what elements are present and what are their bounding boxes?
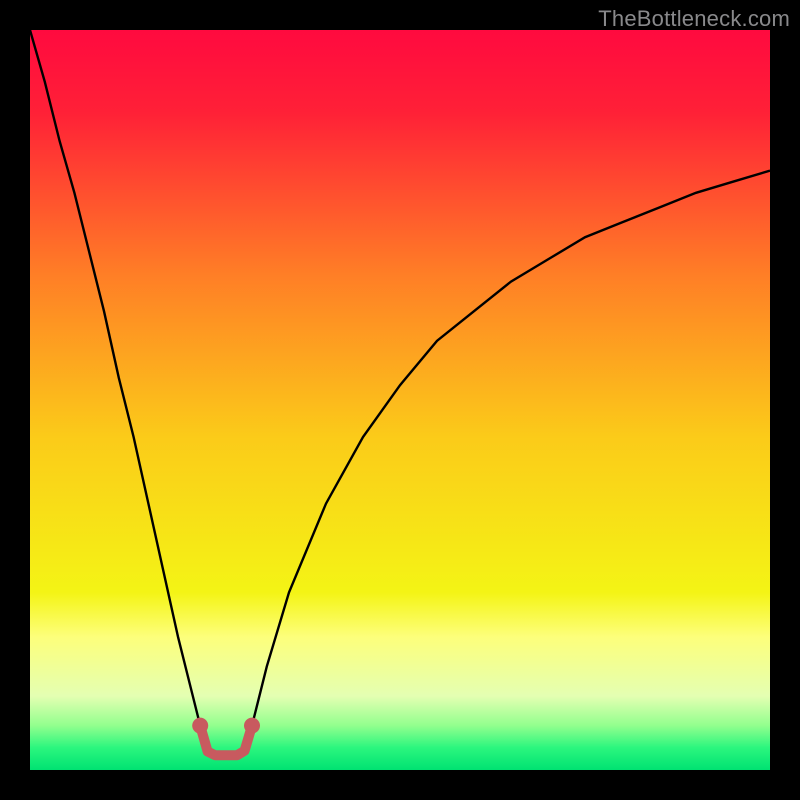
chart-frame	[30, 30, 770, 770]
bottleneck-chart	[30, 30, 770, 770]
highlight-endpoint	[244, 718, 260, 734]
highlight-endpoint	[192, 718, 208, 734]
gradient-background	[30, 30, 770, 770]
watermark-text: TheBottleneck.com	[598, 6, 790, 32]
